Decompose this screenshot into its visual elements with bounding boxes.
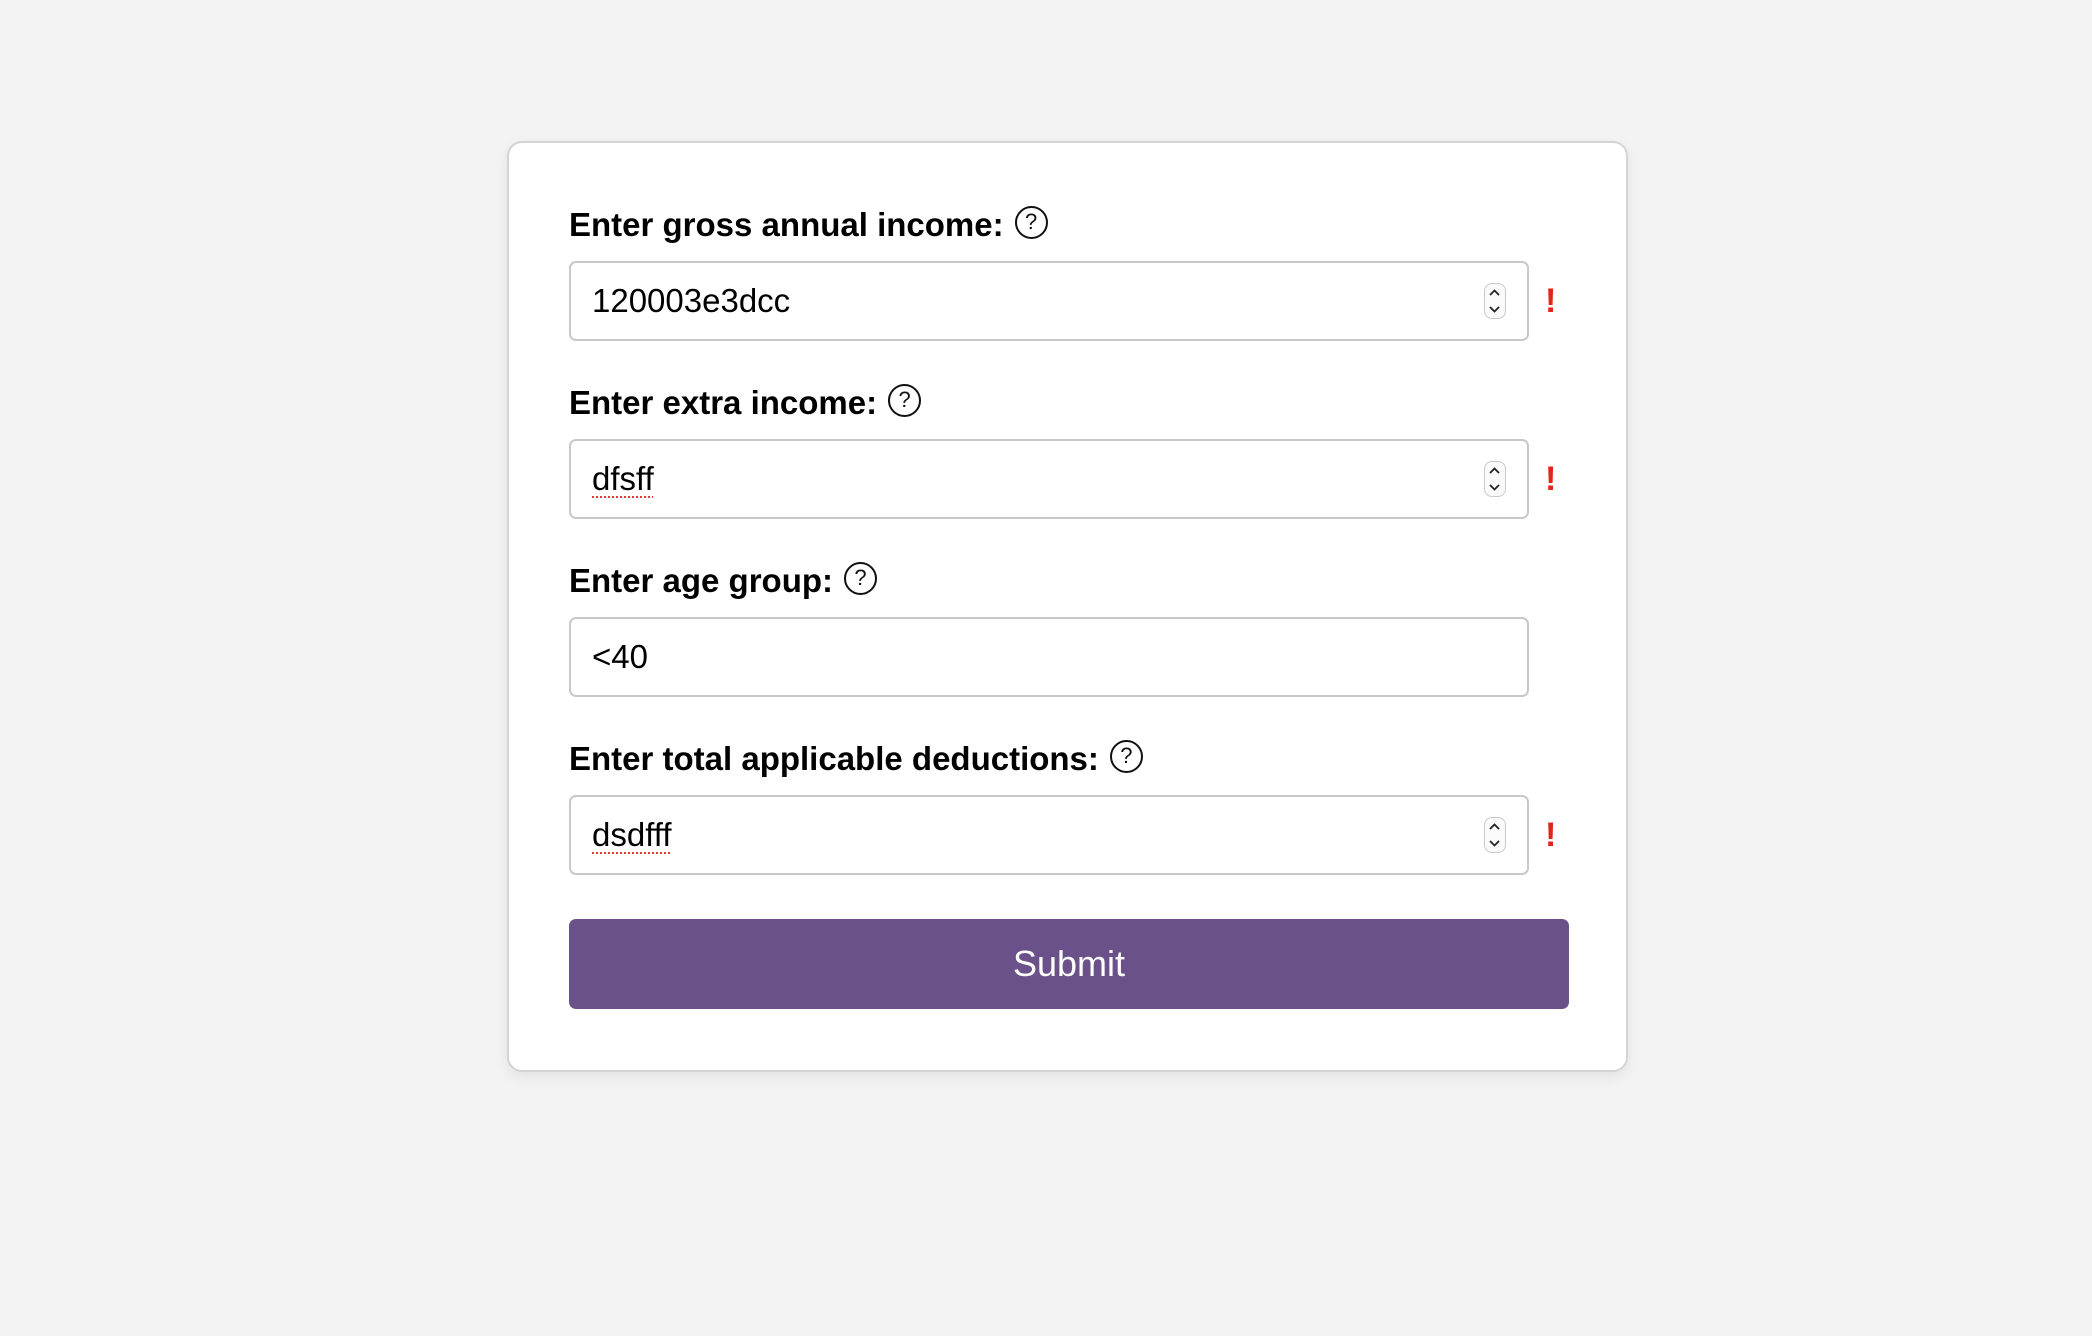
- age-group-input[interactable]: <40: [569, 617, 1529, 697]
- chevron-up-icon[interactable]: [1485, 819, 1504, 835]
- chevron-down-icon[interactable]: [1485, 479, 1504, 495]
- error-icon: !: [1545, 282, 1557, 320]
- deductions-input[interactable]: dsdfff: [569, 795, 1529, 875]
- help-icon[interactable]: ?: [888, 383, 922, 417]
- extra-income-input[interactable]: dfsff: [569, 439, 1529, 519]
- error-icon: !: [1545, 816, 1557, 854]
- extra-income-label-row: Enter extra income: ?: [569, 383, 922, 423]
- deductions-label-row: Enter total applicable deductions: ?: [569, 739, 1143, 779]
- age-group-label-row: Enter age group: ?: [569, 561, 878, 601]
- help-icon[interactable]: ?: [844, 561, 878, 595]
- gross-income-input[interactable]: 120003e3dcc: [569, 261, 1529, 341]
- help-icon[interactable]: ?: [1014, 205, 1048, 239]
- deductions-spinner[interactable]: [1484, 817, 1506, 853]
- age-group-label: Enter age group:: [569, 562, 834, 599]
- error-icon: !: [1545, 460, 1557, 498]
- chevron-down-icon[interactable]: [1485, 301, 1504, 317]
- extra-income-spinner[interactable]: [1484, 461, 1506, 497]
- gross-income-label: Enter gross annual income:: [569, 206, 1004, 243]
- age-group-value: <40: [592, 638, 648, 675]
- gross-income-spinner[interactable]: [1484, 283, 1506, 319]
- gross-income-label-row: Enter gross annual income: ?: [569, 205, 1048, 245]
- chevron-down-icon[interactable]: [1485, 835, 1504, 851]
- help-icon[interactable]: ?: [1109, 739, 1143, 773]
- submit-button[interactable]: Submit: [569, 919, 1569, 1009]
- deductions-value: dsdfff: [592, 816, 672, 853]
- chevron-up-icon[interactable]: [1485, 463, 1504, 479]
- deductions-label: Enter total applicable deductions:: [569, 740, 1099, 777]
- chevron-up-icon[interactable]: [1485, 285, 1504, 301]
- extra-income-label: Enter extra income:: [569, 384, 878, 421]
- gross-income-value: 120003e3dcc: [592, 282, 791, 319]
- extra-income-value: dfsff: [592, 460, 654, 497]
- tax-form-card: Enter gross annual income: ? 120003e3dcc…: [507, 141, 1628, 1072]
